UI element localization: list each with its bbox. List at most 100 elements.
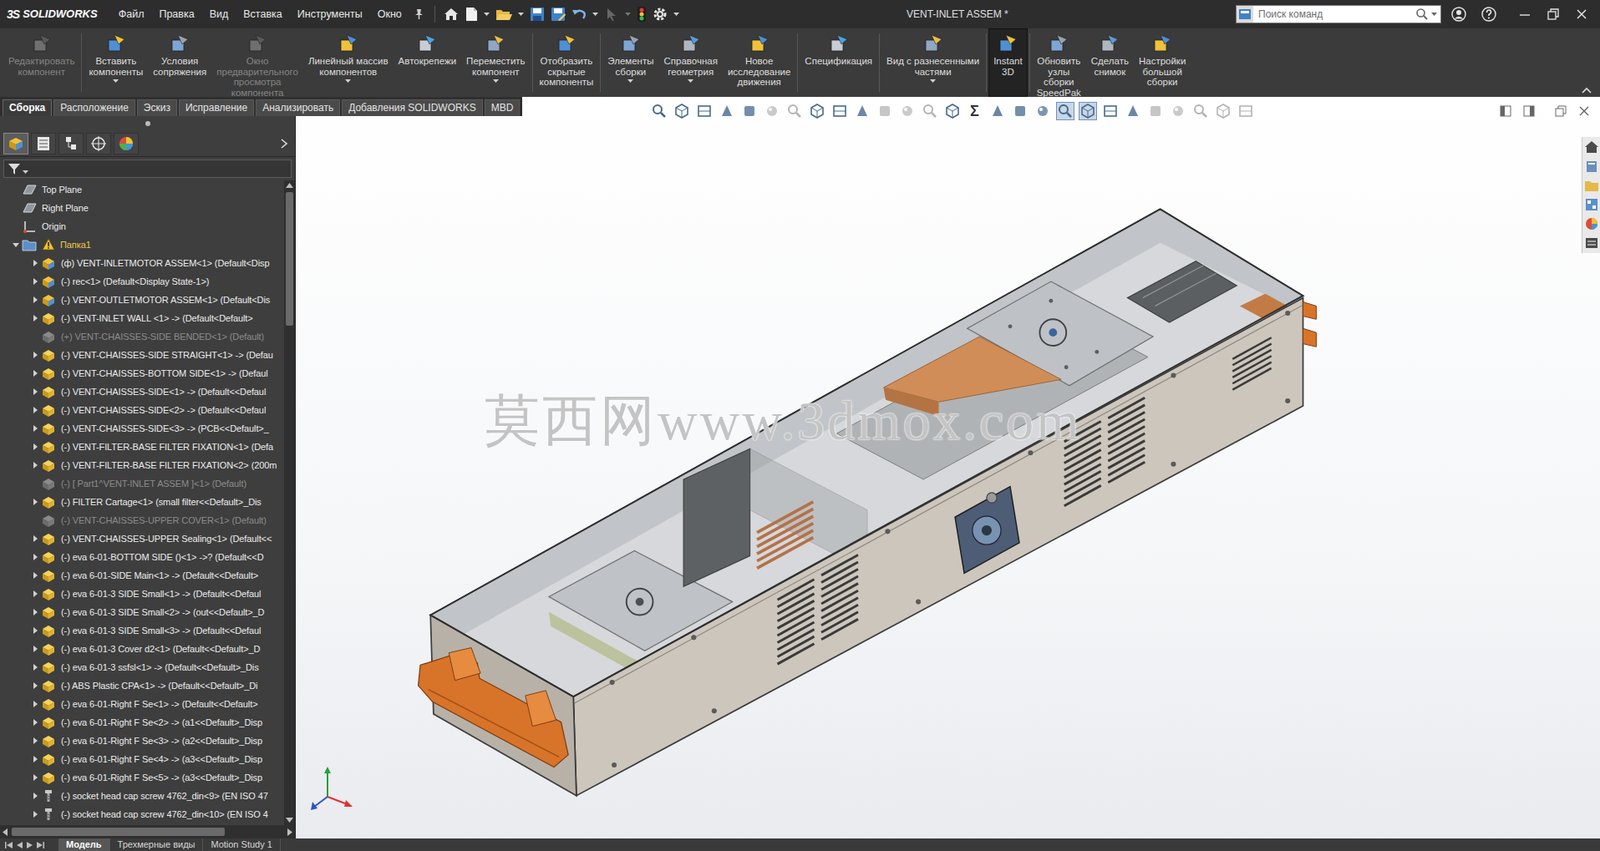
command-icon[interactable]: [556, 33, 577, 54]
part-icon[interactable]: [40, 549, 56, 565]
part-icon[interactable]: [40, 641, 56, 657]
tree-horizontal-scrollbar[interactable]: [0, 825, 295, 839]
ribbon-button[interactable]: Настройкибольшойсборки: [1133, 28, 1191, 97]
scroll-up-icon[interactable]: [284, 180, 295, 191]
expand-arrow-icon[interactable]: [29, 753, 41, 766]
tree-item[interactable]: (-) eva 6-01-SIDE Main<1> -> (Default<<D…: [0, 566, 285, 585]
tree-item[interactable]: (-) socket head cap screw 4762_din<10> (…: [0, 805, 285, 824]
command-tab[interactable]: Сборка: [2, 99, 52, 117]
design-library-icon[interactable]: [1584, 158, 1600, 174]
panel-tab-icon[interactable]: [30, 132, 56, 155]
screw-icon[interactable]: [40, 807, 56, 823]
part-icon[interactable]: [40, 770, 56, 786]
tree-item[interactable]: (+) VENT-CHAISSES-SIDE BENDED<1> (Defaul…: [0, 327, 285, 346]
command-icon[interactable]: [169, 33, 190, 54]
panel-tab-icon[interactable]: [3, 132, 29, 155]
assembly-icon[interactable]: [40, 292, 56, 308]
expand-arrow-icon[interactable]: [29, 367, 41, 380]
tree-item[interactable]: (-) eva 6-01-BOTTOM SIDE ()<1> ->? (Defa…: [0, 548, 285, 567]
tree-item[interactable]: (-) [ Part1^VENT-INLET ASSEM ]<1> (Defau…: [0, 474, 285, 493]
filter-funnel-icon[interactable]: [7, 162, 21, 176]
expand-arrow-icon[interactable]: [29, 551, 41, 564]
search-input[interactable]: [1253, 5, 1413, 23]
minimize-icon[interactable]: [1518, 7, 1532, 21]
bottom-tab[interactable]: Трехмерные виды: [110, 838, 204, 851]
ribbon-button[interactable]: Элементысборки: [602, 28, 659, 97]
command-tab[interactable]: MBD: [484, 99, 521, 117]
assembly-model[interactable]: [295, 96, 1600, 839]
tree-item[interactable]: (-) VENT-OUTLETMOTOR ASSEM<1> (Default<D…: [0, 290, 285, 310]
view-tool-icon[interactable]: [650, 101, 669, 121]
ribbon-button[interactable]: Новоеисследованиедвижения: [722, 28, 796, 97]
tree-item[interactable]: (-) VENT-CHAISSES-UPPER Sealing<1> (Defa…: [0, 529, 285, 549]
part-icon[interactable]: [40, 604, 56, 620]
tile-left-icon[interactable]: [1499, 105, 1512, 117]
view-tool-icon[interactable]: [853, 101, 872, 121]
view-palette-icon[interactable]: [1584, 197, 1600, 213]
resources-home-icon[interactable]: [1584, 139, 1600, 155]
folder-icon[interactable]: [21, 237, 37, 253]
expand-arrow-icon[interactable]: [29, 716, 41, 729]
first-tab-icon[interactable]: [5, 842, 13, 849]
expand-arrow-icon[interactable]: [29, 624, 41, 637]
pin-icon[interactable]: [412, 8, 425, 21]
tree-item[interactable]: (-) VENT-CHAISSES-UPPER COVER<1> (Defaul…: [0, 511, 285, 530]
tree-item[interactable]: (-) eva 6-01-Right F Se<3> -> (a2<<Defau…: [0, 731, 285, 751]
tree-item[interactable]: (-) eva 6-01-3 SIDE Small<1> -> (Default…: [0, 584, 285, 604]
expand-arrow-icon[interactable]: [29, 588, 41, 600]
part-icon[interactable]: [40, 678, 56, 694]
tree-item[interactable]: Папка1: [0, 235, 285, 254]
view-tool-icon[interactable]: [740, 101, 759, 121]
part-icon[interactable]: [40, 586, 56, 602]
expand-arrow-icon[interactable]: [29, 735, 41, 747]
expand-arrow-icon[interactable]: [29, 790, 41, 803]
scrollbar-track[interactable]: [284, 190, 295, 816]
scroll-down-icon[interactable]: [284, 815, 295, 826]
last-tab-icon[interactable]: [36, 842, 45, 849]
assembly-icon[interactable]: [40, 255, 56, 271]
view-tool-icon[interactable]: [1033, 101, 1052, 121]
bottom-tab[interactable]: Модель: [58, 838, 111, 851]
tree-item[interactable]: Right Plane: [0, 198, 285, 218]
save-icon[interactable]: [529, 6, 545, 22]
tree-item[interactable]: (-) VENT-CHAISSES-BOTTOM SIDE<1> -> (Def…: [0, 364, 285, 383]
plane-icon[interactable]: [21, 182, 37, 198]
tree-item[interactable]: (-) eva 6-01-3 SIDE Small<2> -> (out<<De…: [0, 603, 285, 622]
expand-arrow-icon[interactable]: [29, 294, 41, 306]
part-icon[interactable]: [40, 733, 56, 749]
restore-icon[interactable]: [1546, 7, 1560, 21]
command-icon[interactable]: [749, 33, 770, 54]
panel-tab-icon[interactable]: [58, 132, 84, 155]
origin-icon[interactable]: [21, 218, 37, 234]
tree-item[interactable]: (-) eva 6-01-3 ssfsl<1> -> (Default<<Def…: [0, 658, 285, 677]
ribbon-button[interactable]: Instant3D: [988, 28, 1028, 97]
command-tab[interactable]: Добавления SOLIDWORKS: [341, 99, 483, 117]
command-icon[interactable]: [338, 33, 359, 54]
undo-icon[interactable]: [571, 6, 587, 22]
ribbon-button[interactable]: Условиясопряжения: [147, 28, 212, 97]
assembly-icon[interactable]: [40, 274, 56, 290]
close-icon[interactable]: [1574, 7, 1589, 21]
tree-item[interactable]: (-) ABS Plastic CPA<1> -> (Default<<Defa…: [0, 676, 285, 696]
file-explorer-icon[interactable]: [1584, 177, 1600, 194]
part-icon[interactable]: [40, 751, 56, 767]
part-icon[interactable]: [40, 402, 56, 418]
search-scope-icon[interactable]: [1236, 5, 1254, 23]
command-icon[interactable]: [620, 33, 641, 54]
dropdown-icon[interactable]: [345, 79, 351, 83]
save-as-icon[interactable]: [550, 6, 566, 22]
tree-item[interactable]: (-) eva 6-01-Right F Se<1> -> (Default<<…: [0, 695, 285, 714]
previous-tab-icon[interactable]: [16, 842, 23, 849]
expand-arrow-icon[interactable]: [29, 772, 41, 784]
ribbon-button[interactable]: Справочнаягеометрия: [658, 28, 722, 97]
view-tool-icon[interactable]: [1078, 101, 1098, 121]
command-icon[interactable]: [1152, 33, 1173, 54]
scrollbar-thumb[interactable]: [11, 827, 225, 837]
more-tabs-icon[interactable]: [279, 138, 289, 149]
panel-tab-icon[interactable]: [86, 132, 112, 155]
part-icon[interactable]: [40, 660, 56, 676]
command-icon[interactable]: [1099, 33, 1120, 54]
tree-item[interactable]: (-) VENT-CHAISSES-SIDE STRAIGHT<1> -> (D…: [0, 345, 285, 365]
dropdown-icon[interactable]: [112, 79, 119, 83]
tree-item[interactable]: (-) VENT-FILTER-BASE FILTER FIXATION<2> …: [0, 456, 285, 475]
